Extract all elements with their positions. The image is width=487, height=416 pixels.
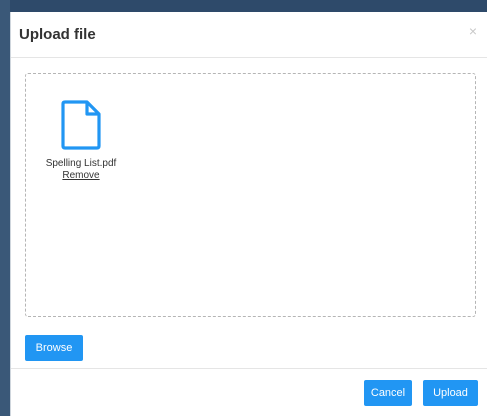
dialog-header: Upload file × <box>11 12 487 58</box>
uploaded-file-item: Spelling List.pdf Remove <box>36 100 126 181</box>
file-name: Spelling List.pdf <box>45 158 117 169</box>
cancel-button[interactable]: Cancel <box>364 380 412 406</box>
upload-button[interactable]: Upload <box>423 380 478 406</box>
document-icon <box>61 100 101 150</box>
dialog-title: Upload file <box>19 26 96 43</box>
file-dropzone[interactable]: Spelling List.pdf Remove <box>25 73 476 317</box>
footer-divider <box>11 368 487 369</box>
remove-file-link[interactable]: Remove <box>36 170 126 181</box>
backdrop-left-strip <box>0 0 10 416</box>
upload-file-dialog: Upload file × Spelling List.pdf Remove B… <box>10 12 487 416</box>
browse-button[interactable]: Browse <box>25 335 83 361</box>
backdrop-top-strip <box>0 0 487 12</box>
close-icon[interactable]: × <box>469 24 477 38</box>
